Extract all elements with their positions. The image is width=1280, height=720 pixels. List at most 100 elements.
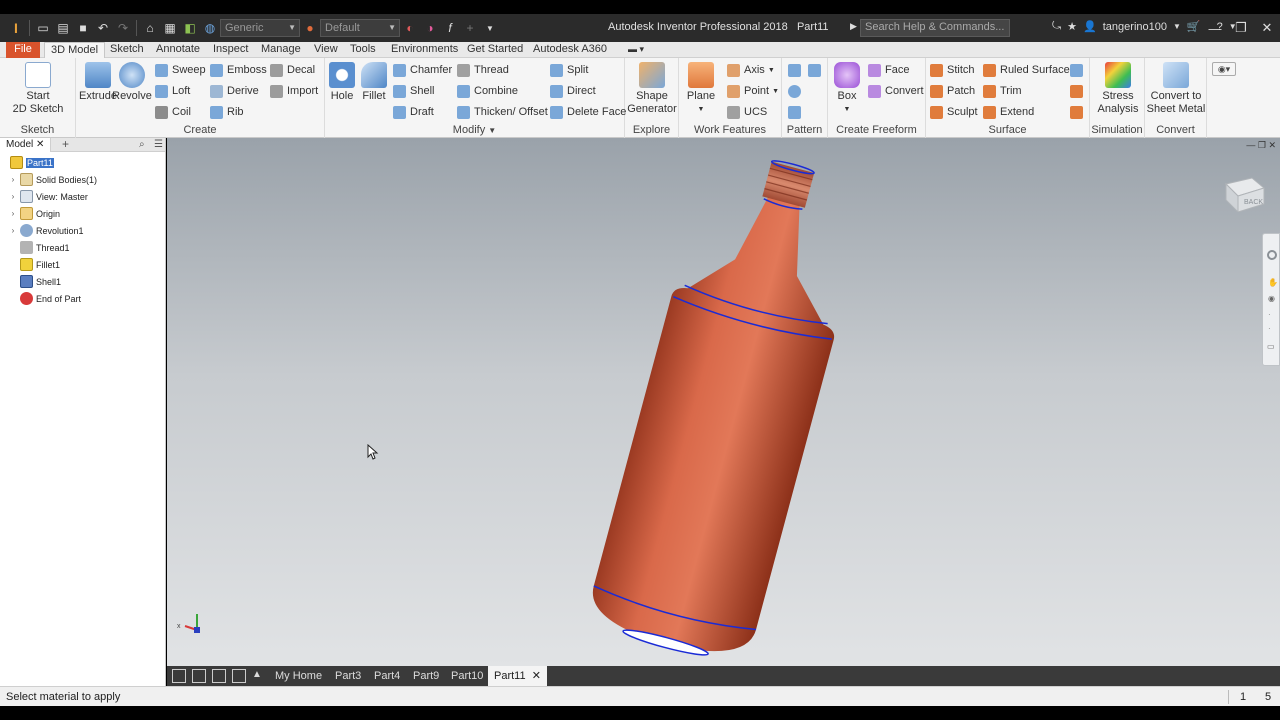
thread-button[interactable]: Thread bbox=[457, 62, 509, 78]
clear-appearance-icon[interactable]: ◑ bbox=[421, 19, 439, 37]
rib-button[interactable]: Rib bbox=[210, 104, 244, 120]
sweep-button[interactable]: Sweep bbox=[155, 62, 206, 78]
tree-item-fillet1[interactable]: Fillet1 bbox=[18, 256, 60, 273]
update-icon[interactable]: ◧ bbox=[181, 19, 199, 37]
add-browser-tab-icon[interactable]: + bbox=[62, 138, 69, 151]
search-expand-icon[interactable]: ▶ bbox=[850, 21, 857, 32]
tab-manage[interactable]: Manage bbox=[255, 42, 307, 58]
tree-item-thread1[interactable]: Thread1 bbox=[18, 239, 70, 256]
tab-autodesk-a360[interactable]: Autodesk A360 bbox=[527, 42, 613, 58]
doc-tab-part10[interactable]: Part10 bbox=[445, 666, 489, 686]
decal-button[interactable]: Decal bbox=[270, 62, 315, 78]
sketch-driven-pattern-button[interactable] bbox=[788, 104, 805, 120]
doc-tab-part3[interactable]: Part3 bbox=[329, 666, 367, 686]
view-menu-icon[interactable]: ▭ bbox=[1267, 342, 1275, 351]
extend-button[interactable]: Extend bbox=[983, 104, 1034, 120]
expand-chevron-icon[interactable]: › bbox=[8, 192, 18, 201]
hole-button[interactable]: Hole bbox=[325, 62, 359, 103]
add-icon[interactable]: + bbox=[461, 19, 479, 37]
sculpt-button[interactable]: Sculpt bbox=[930, 104, 978, 120]
doc-tab-my-home[interactable]: My Home bbox=[269, 666, 328, 686]
panel-title-modify[interactable]: Modify ▼ bbox=[325, 124, 624, 136]
axis-button[interactable]: Axis ▼ bbox=[727, 62, 775, 78]
orbit-icon[interactable]: · bbox=[1268, 310, 1271, 319]
import-button[interactable]: Import bbox=[270, 83, 318, 99]
tree-item-view-master[interactable]: › View: Master bbox=[8, 188, 88, 205]
cascade-windows-icon[interactable] bbox=[172, 669, 186, 683]
fillet-button[interactable]: Fillet bbox=[357, 62, 391, 103]
tree-item-end-of-part[interactable]: End of Part bbox=[18, 290, 81, 307]
ruled-surface-button[interactable]: Ruled Surface bbox=[983, 62, 1070, 78]
steering-wheel-icon[interactable] bbox=[1267, 250, 1277, 260]
tree-item-origin[interactable]: › Origin bbox=[8, 205, 60, 222]
tile-vertical-icon[interactable] bbox=[232, 669, 246, 683]
tile-horizontal-icon[interactable] bbox=[212, 669, 226, 683]
expand-chevron-icon[interactable]: › bbox=[8, 209, 18, 218]
expand-chevron-icon[interactable]: › bbox=[8, 175, 18, 184]
help-search-input[interactable]: Search Help & Commands... bbox=[860, 19, 1010, 37]
customize-chevron-icon[interactable]: ▼ bbox=[481, 19, 499, 37]
minimize-icon[interactable]: — bbox=[1202, 14, 1228, 42]
redo-icon[interactable]: ↷ bbox=[114, 19, 132, 37]
ribbon-display-toggle-icon[interactable]: ▬ ▾ bbox=[622, 42, 650, 58]
close-icon[interactable]: ✕ bbox=[1254, 14, 1280, 42]
freeform-face-button[interactable]: Face bbox=[868, 62, 909, 78]
sign-in-icon[interactable]: ⤿ bbox=[1052, 20, 1061, 33]
adjust-icon[interactable]: ◐ bbox=[401, 19, 419, 37]
circular-pattern-button[interactable] bbox=[788, 83, 805, 99]
derive-button[interactable]: Derive bbox=[210, 83, 259, 99]
doc-tab-part4[interactable]: Part4 bbox=[368, 666, 406, 686]
trim-button[interactable]: Trim bbox=[983, 83, 1022, 99]
combine-button[interactable]: Combine bbox=[457, 83, 518, 99]
tab-sketch[interactable]: Sketch bbox=[104, 42, 150, 58]
tab-annotate[interactable]: Annotate bbox=[150, 42, 206, 58]
tab-environments[interactable]: Environments bbox=[385, 42, 464, 58]
emboss-button[interactable]: Emboss bbox=[210, 62, 267, 78]
close-icon[interactable]: ✕ bbox=[532, 670, 541, 682]
save-icon[interactable]: ■ bbox=[74, 19, 92, 37]
freeform-box-button[interactable]: Box ▼ bbox=[828, 62, 866, 116]
tree-item-shell1[interactable]: Shell1 bbox=[18, 273, 61, 290]
split-button[interactable]: Split bbox=[550, 62, 588, 78]
tile-windows-icon[interactable] bbox=[192, 669, 206, 683]
stress-analysis-button[interactable]: Stress Analysis bbox=[1094, 62, 1142, 116]
print-icon[interactable]: ▦ bbox=[161, 19, 179, 37]
close-icon[interactable]: ✕ bbox=[36, 139, 44, 150]
function-icon[interactable]: f bbox=[441, 19, 459, 37]
convert-to-sheet-metal-button[interactable]: Convert to Sheet Metal bbox=[1145, 62, 1207, 116]
tab-3d-model[interactable]: 3D Model bbox=[44, 42, 106, 58]
mirror-button[interactable] bbox=[808, 62, 825, 78]
tab-file[interactable]: File bbox=[6, 42, 40, 58]
home-icon[interactable]: ⌂ bbox=[141, 19, 159, 37]
direct-button[interactable]: Direct bbox=[550, 83, 596, 99]
ucs-button[interactable]: UCS bbox=[727, 104, 767, 120]
tabs-menu-icon[interactable]: ▲ bbox=[252, 669, 262, 680]
stitch-button[interactable]: Stitch bbox=[930, 62, 975, 78]
zoom-icon[interactable]: ◉ bbox=[1268, 294, 1275, 303]
user-icon[interactable]: 👤 bbox=[1083, 20, 1097, 33]
shape-generator-button[interactable]: Shape Generator bbox=[627, 62, 677, 116]
tree-item-part11[interactable]: Part11 bbox=[8, 154, 54, 171]
draft-button[interactable]: Draft bbox=[393, 104, 434, 120]
bottle-body[interactable] bbox=[584, 178, 865, 666]
appearance-combo[interactable]: Default ▼ bbox=[320, 19, 400, 37]
revolve-button[interactable]: Revolve bbox=[110, 62, 154, 103]
loft-button[interactable]: Loft bbox=[155, 83, 190, 99]
favorites-star-icon[interactable]: ★ bbox=[1067, 20, 1077, 33]
freeform-convert-button[interactable]: Convert bbox=[868, 83, 924, 99]
surface-tool-1-button[interactable] bbox=[1070, 62, 1087, 78]
tab-tools[interactable]: Tools bbox=[344, 42, 382, 58]
doc-tab-part9[interactable]: Part9 bbox=[407, 666, 445, 686]
look-at-icon[interactable]: · bbox=[1268, 324, 1271, 333]
plane-button[interactable]: Plane ▼ bbox=[681, 62, 721, 116]
start-2d-sketch-button[interactable]: Start 2D Sketch bbox=[12, 62, 64, 116]
patch-button[interactable]: Patch bbox=[930, 83, 975, 99]
tree-item-revolution1[interactable]: › Revolution1 bbox=[8, 222, 84, 239]
appearance-icon[interactable]: ● bbox=[301, 19, 319, 37]
expand-chevron-icon[interactable]: › bbox=[8, 226, 18, 235]
undo-icon[interactable]: ↶ bbox=[94, 19, 112, 37]
coil-button[interactable]: Coil bbox=[155, 104, 191, 120]
rectangular-pattern-button[interactable] bbox=[788, 62, 805, 78]
chevron-down-icon[interactable]: ▼ bbox=[1173, 22, 1181, 31]
username[interactable]: tangerino100 bbox=[1103, 21, 1167, 33]
